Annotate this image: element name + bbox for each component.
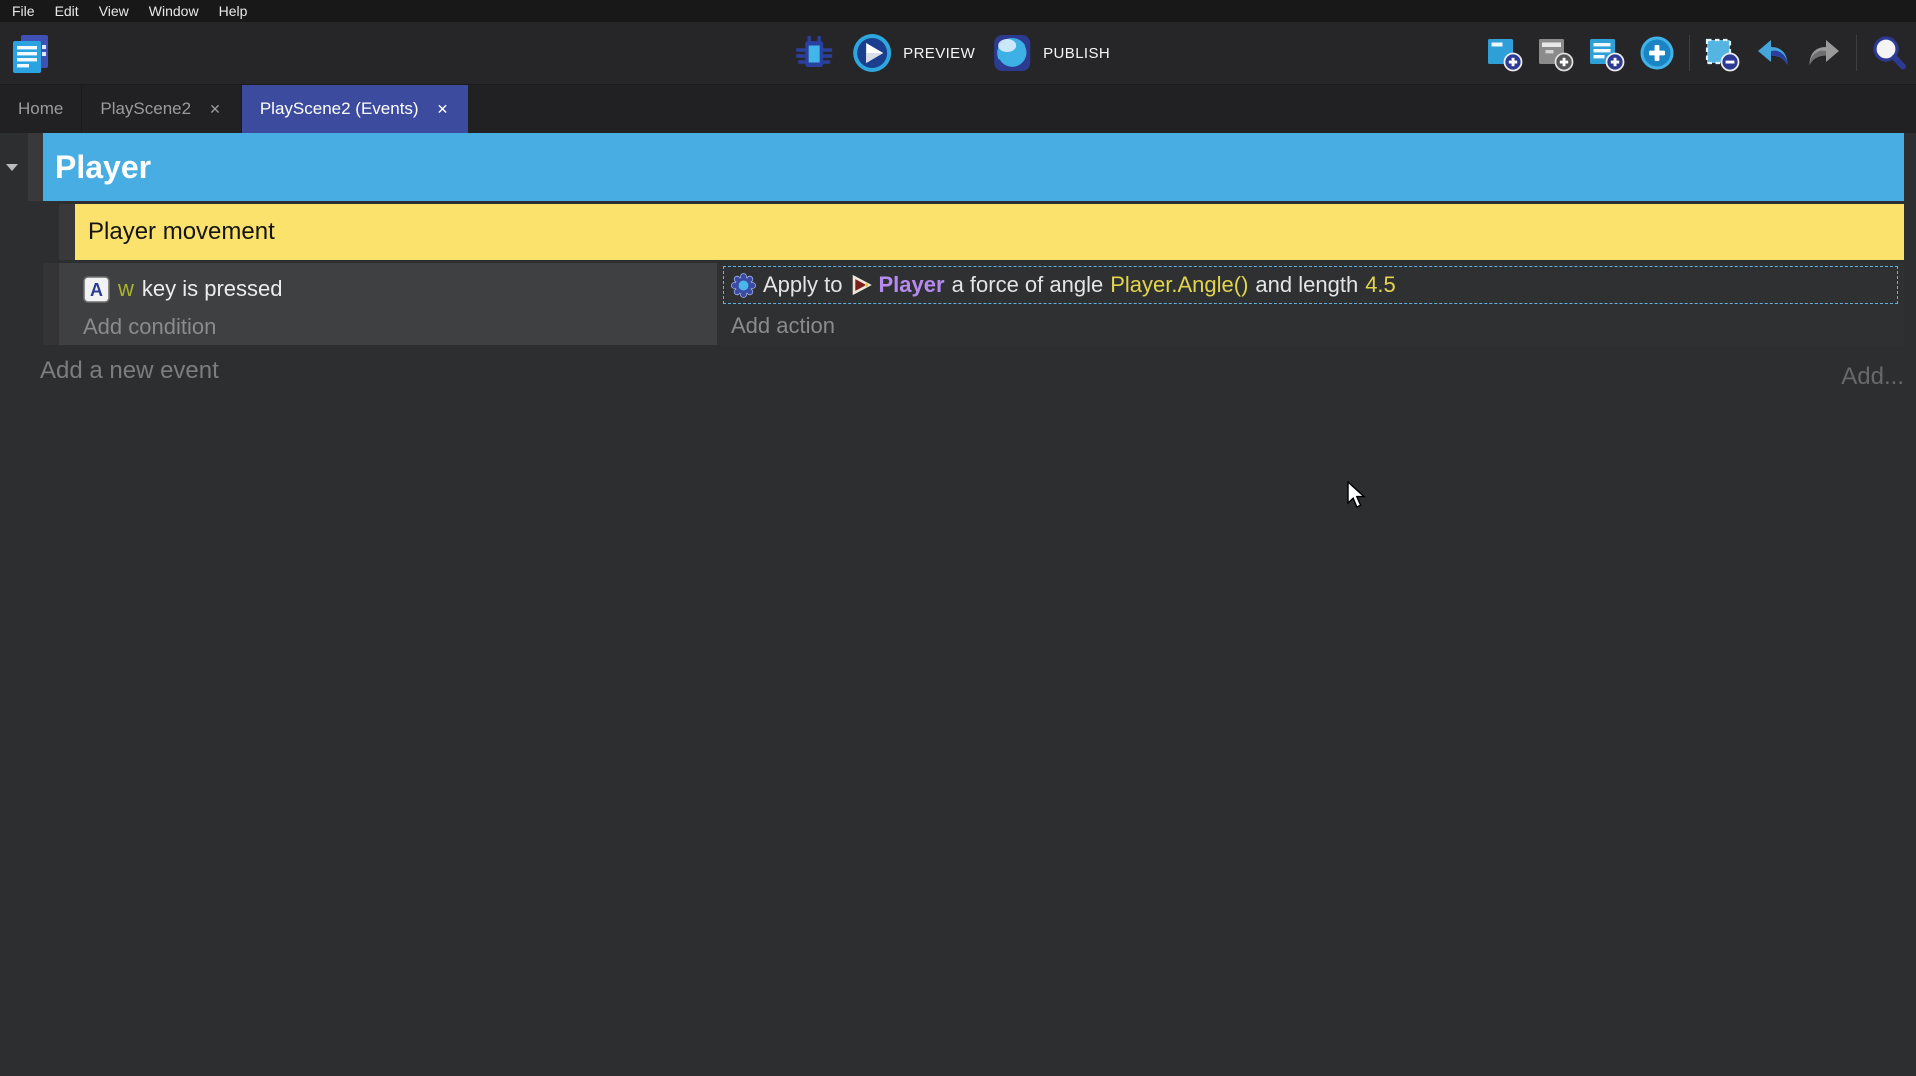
- add-comment-button[interactable]: [1587, 34, 1625, 72]
- add-action-link[interactable]: Add action: [731, 309, 835, 343]
- comment-event[interactable]: Player movement: [75, 204, 1904, 260]
- menu-help[interactable]: Help: [209, 3, 258, 19]
- menubar: File Edit View Window Help: [0, 0, 1916, 22]
- gdevelop-window: File Edit View Window Help: [0, 0, 1916, 133]
- action-value: 4.5: [1365, 272, 1396, 298]
- tab-playscene2-events[interactable]: PlayScene2 (Events) ✕: [242, 85, 468, 133]
- plus-circle-icon: [1638, 34, 1676, 72]
- close-icon[interactable]: ✕: [207, 100, 223, 118]
- magnifier-icon: [1870, 34, 1908, 72]
- add-subevent-icon: [1536, 34, 1574, 72]
- add-element-button[interactable]: [1638, 34, 1676, 72]
- player-object-icon: [850, 274, 872, 296]
- event-group-header[interactable]: Player: [43, 133, 1904, 201]
- svg-text:A: A: [90, 280, 103, 300]
- actions-column[interactable]: Apply to Player a force of angle Player.…: [717, 263, 1904, 345]
- event-drag-handle[interactable]: [43, 263, 59, 345]
- toolbar-right: [1485, 22, 1908, 84]
- keyboard-key-icon: A: [83, 276, 110, 303]
- bug-icon: [793, 33, 835, 73]
- action-expression: Player.Angle(): [1110, 272, 1248, 298]
- action-text: a force of angle: [952, 272, 1104, 298]
- action-object-name: Player: [879, 272, 945, 298]
- debugger-button[interactable]: [793, 33, 835, 73]
- toolbar-center: PREVIEW PUBLISH: [793, 22, 1110, 84]
- action-text: and length: [1255, 272, 1358, 298]
- tab-label: PlayScene2: [100, 99, 191, 119]
- tab-home[interactable]: Home: [0, 85, 82, 133]
- group-title: Player: [55, 149, 151, 186]
- add-event-icon: [1485, 34, 1523, 72]
- events-sheet: Player Player movement A w key is presse…: [0, 133, 1916, 1076]
- comment-text: Player movement: [88, 218, 275, 246]
- action-row-selected[interactable]: Apply to Player a force of angle Player.…: [723, 266, 1898, 304]
- publish-label: PUBLISH: [1043, 45, 1110, 62]
- project-manager-button[interactable]: [8, 32, 52, 76]
- comment-drag-handle[interactable]: [59, 204, 75, 260]
- tab-label: Home: [18, 99, 63, 119]
- condition-text: key is pressed: [142, 276, 283, 302]
- physics-force-icon: [731, 273, 756, 298]
- menu-edit[interactable]: Edit: [45, 3, 89, 19]
- group-drag-handle[interactable]: [28, 133, 43, 201]
- undo-icon: [1754, 34, 1792, 72]
- preview-label: PREVIEW: [903, 45, 975, 62]
- menu-view[interactable]: View: [89, 3, 139, 19]
- tabbar: Home PlayScene2 ✕ PlayScene2 (Events) ✕: [0, 85, 1916, 133]
- condition-row[interactable]: A w key is pressed: [83, 270, 717, 308]
- play-circle-icon: [851, 32, 893, 74]
- collapse-group-icon[interactable]: [6, 164, 18, 171]
- tab-label: PlayScene2 (Events): [260, 99, 419, 119]
- selection-minus-icon: [1703, 34, 1741, 72]
- menu-file[interactable]: File: [2, 3, 45, 19]
- action-text: Apply to: [763, 272, 843, 298]
- add-more-link[interactable]: Add...: [1841, 363, 1904, 391]
- conditions-column[interactable]: A w key is pressed Add condition: [59, 263, 717, 345]
- tab-playscene2[interactable]: PlayScene2 ✕: [82, 85, 241, 133]
- mouse-cursor: [1347, 481, 1369, 511]
- undo-button[interactable]: [1754, 34, 1792, 72]
- search-events-button[interactable]: [1870, 34, 1908, 72]
- standard-event: A w key is pressed Add condition: [43, 263, 1904, 345]
- toolbar-separator: [1689, 35, 1690, 71]
- condition-key-name: w: [118, 276, 134, 302]
- add-comment-icon: [1587, 34, 1625, 72]
- publish-button[interactable]: PUBLISH: [991, 32, 1110, 74]
- redo-icon: [1805, 34, 1843, 72]
- stacked-pages-icon: [8, 32, 52, 76]
- add-event-button[interactable]: [1485, 34, 1523, 72]
- delete-selection-button[interactable]: [1703, 34, 1741, 72]
- preview-button[interactable]: PREVIEW: [851, 32, 975, 74]
- toolbar: PREVIEW PUBLISH: [0, 22, 1916, 85]
- add-subevent-button[interactable]: [1536, 34, 1574, 72]
- menu-window[interactable]: Window: [139, 3, 209, 19]
- close-icon[interactable]: ✕: [435, 100, 451, 118]
- add-condition-link[interactable]: Add condition: [83, 309, 717, 345]
- redo-button[interactable]: [1805, 34, 1843, 72]
- globe-icon: [991, 32, 1033, 74]
- toolbar-separator: [1856, 35, 1857, 71]
- add-new-event-link[interactable]: Add a new event: [40, 357, 219, 385]
